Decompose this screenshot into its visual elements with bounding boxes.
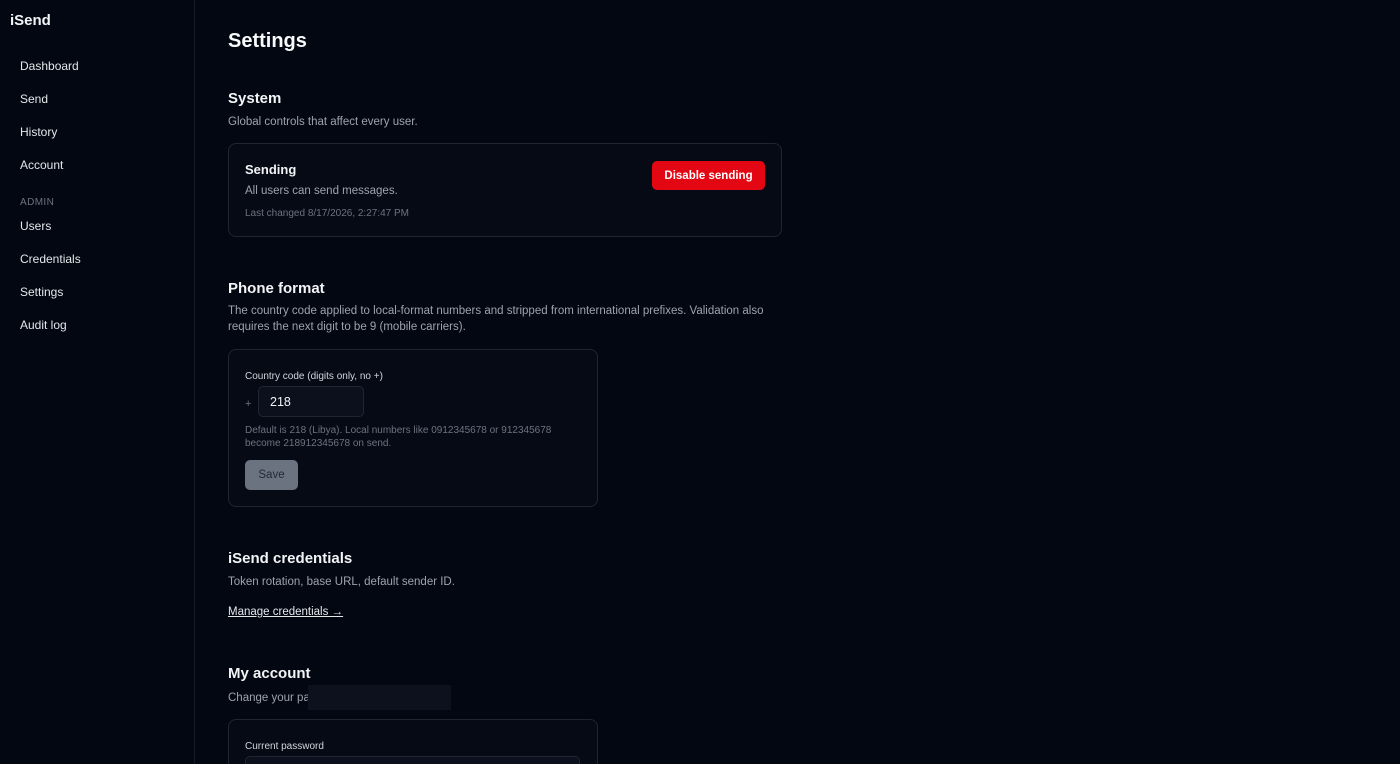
sending-title: Sending: [245, 162, 297, 177]
sidebar: iSend Dashboard Send History Account ADM…: [0, 0, 195, 764]
credentials-section-description: Token rotation, base URL, default sender…: [228, 576, 455, 588]
sidebar-nav: Dashboard Send History Account ADMIN Use…: [0, 58, 194, 350]
sidebar-item-account[interactable]: Account: [0, 157, 194, 190]
sending-last-changed: Last changed 8/17/2026, 2:27:47 PM: [245, 208, 410, 219]
phone-format-section-title: Phone format: [228, 280, 325, 297]
sidebar-item-send[interactable]: Send: [0, 91, 194, 124]
save-button[interactable]: Save: [245, 460, 298, 490]
manage-credentials-link[interactable]: Manage credentials →: [228, 606, 343, 618]
system-section-description: Global controls that affect every user.: [228, 116, 418, 128]
sending-status: All users can send messages.: [245, 185, 398, 197]
country-code-prefix: +: [245, 398, 252, 410]
redacted-region: [308, 685, 451, 710]
system-section-title: System: [228, 90, 282, 107]
my-account-section-title: My account: [228, 665, 311, 682]
country-code-hint: Default is 218 (Libya). Local numbers li…: [245, 425, 552, 449]
sidebar-item-audit-log[interactable]: Audit log: [0, 317, 194, 350]
current-password-label: Current password: [245, 741, 324, 752]
phone-format-section-description: The country code applied to local-format…: [228, 305, 764, 333]
country-code-input[interactable]: [258, 386, 364, 417]
brand-logo[interactable]: iSend: [0, 12, 194, 30]
sidebar-item-dashboard[interactable]: Dashboard: [0, 58, 194, 91]
sidebar-item-users[interactable]: Users: [0, 218, 194, 251]
current-password-input[interactable]: [245, 756, 580, 764]
disable-sending-button[interactable]: Disable sending: [652, 161, 765, 190]
credentials-section-title: iSend credentials: [228, 550, 353, 567]
country-code-label: Country code (digits only, no +): [245, 371, 383, 382]
main-content: Settings System Global controls that aff…: [195, 0, 1400, 764]
sidebar-item-credentials[interactable]: Credentials: [0, 251, 194, 284]
my-account-card: Current password: [228, 719, 598, 764]
sending-card: Sending All users can send messages. Las…: [228, 143, 782, 237]
sidebar-item-history[interactable]: History: [0, 124, 194, 157]
sidebar-item-settings[interactable]: Settings: [0, 284, 194, 317]
app-root: iSend Dashboard Send History Account ADM…: [0, 0, 1400, 764]
phone-format-card: Country code (digits only, no +) + Defau…: [228, 349, 598, 507]
page-title: Settings: [228, 30, 307, 52]
sidebar-section-admin: ADMIN: [20, 197, 55, 208]
